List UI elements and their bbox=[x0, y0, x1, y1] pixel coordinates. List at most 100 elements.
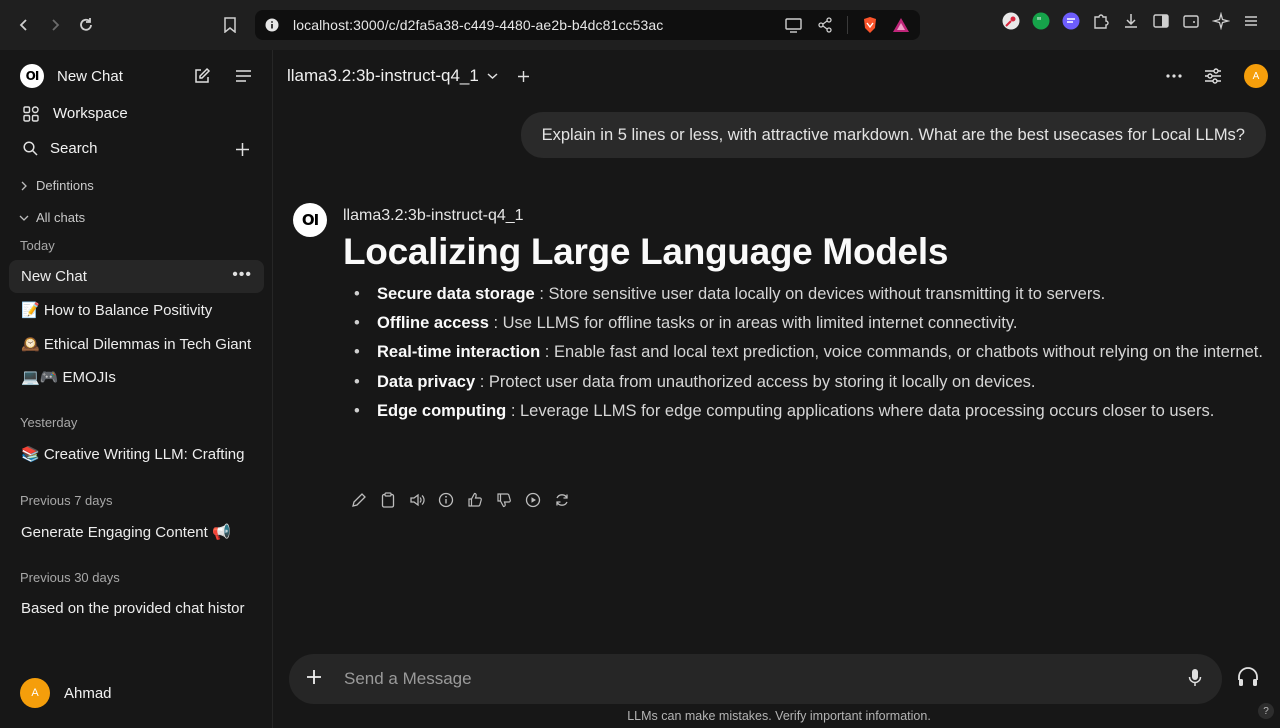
chat-item[interactable]: Based on the provided chat histor bbox=[9, 592, 264, 625]
chevron-down-icon bbox=[19, 214, 29, 222]
forward-icon[interactable] bbox=[40, 10, 70, 40]
microphone-icon[interactable] bbox=[1188, 668, 1202, 688]
user-profile[interactable]: A Ahmad bbox=[20, 678, 112, 708]
section-title-today: Today bbox=[20, 238, 55, 253]
site-info-icon[interactable] bbox=[265, 18, 279, 32]
list-item-title: Secure data storage bbox=[377, 285, 535, 303]
list-item-title: Edge computing bbox=[377, 401, 507, 420]
list-item-title: Offline access bbox=[377, 314, 489, 333]
menu-icon[interactable] bbox=[1242, 12, 1260, 30]
help-icon[interactable]: ? bbox=[1258, 703, 1274, 719]
user-message: Explain in 5 lines or less, with attract… bbox=[520, 112, 1266, 158]
chat-item[interactable]: 📝 How to Balance Positivity bbox=[9, 293, 264, 326]
add-model-icon[interactable] bbox=[517, 70, 529, 82]
chat-item-label: New Chat bbox=[21, 268, 87, 285]
folder-label: All chats bbox=[36, 210, 86, 225]
regenerate-icon[interactable] bbox=[553, 491, 571, 509]
chat-item-label: 💻🎮 EMOJIs bbox=[21, 368, 116, 386]
read-aloud-icon[interactable] bbox=[408, 491, 426, 509]
download-icon[interactable] bbox=[1122, 12, 1140, 30]
header-actions: A bbox=[1166, 64, 1268, 88]
sidebar-menu-icon[interactable] bbox=[235, 68, 252, 84]
chat-item[interactable]: 💻🎮 EMOJIs bbox=[9, 360, 264, 393]
puzzle-icon[interactable] bbox=[1092, 12, 1110, 30]
key-extension-icon[interactable] bbox=[1002, 12, 1020, 30]
chevron-right-icon bbox=[20, 181, 28, 191]
url-divider bbox=[847, 16, 848, 34]
folder-defintions[interactable]: Defintions bbox=[20, 178, 94, 193]
new-chat-row[interactable]: OI New Chat bbox=[20, 64, 123, 88]
chat-item[interactable]: New Chat ••• bbox=[9, 260, 264, 293]
chat-item-label: 📚 Creative Writing LLM: Crafting bbox=[21, 445, 245, 463]
chat-item-label: 🕰️ Ethical Dilemmas in Tech Giant bbox=[21, 335, 252, 353]
thumbs-up-icon[interactable] bbox=[466, 491, 484, 509]
avatar: A bbox=[20, 678, 50, 708]
model-name: llama3.2:3b-instruct-q4_1 bbox=[287, 66, 479, 85]
bookmark-icon[interactable] bbox=[215, 10, 245, 40]
leo-ai-icon[interactable] bbox=[1212, 12, 1230, 30]
sidebar-toggle-icon[interactable] bbox=[1152, 12, 1170, 30]
avatar[interactable]: A bbox=[1244, 64, 1268, 88]
thumbs-down-icon[interactable] bbox=[495, 491, 513, 509]
assistant-model-name: llama3.2:3b-instruct-q4_1 bbox=[343, 207, 524, 224]
brave-rewards-icon[interactable] bbox=[892, 17, 910, 33]
more-options-icon[interactable] bbox=[1166, 74, 1182, 78]
list-item-text: : Store sensitive user data locally on d… bbox=[534, 285, 1106, 303]
disclaimer: LLMs can make mistakes. Verify important… bbox=[627, 709, 931, 723]
list-item-text: : Enable fast and local text prediction,… bbox=[540, 343, 1263, 362]
list-item: Real-time interaction : Enable fast and … bbox=[343, 338, 1268, 367]
back-icon[interactable] bbox=[9, 10, 39, 40]
chat-item[interactable]: 📚 Creative Writing LLM: Crafting bbox=[9, 437, 264, 470]
search-label: Search bbox=[50, 140, 98, 157]
continue-icon[interactable] bbox=[524, 491, 542, 509]
folder-all-chats[interactable]: All chats bbox=[19, 210, 85, 225]
workspace-icon bbox=[23, 105, 39, 122]
list-item-text: : Use LLMS for offline tasks or in areas… bbox=[488, 314, 1018, 333]
list-item-text: : Protect user data from unauthorized ac… bbox=[475, 372, 1036, 391]
sidebar-search[interactable]: Search bbox=[23, 140, 98, 157]
chat-item-label: Based on the provided chat histor bbox=[21, 600, 245, 617]
chat-item-label: Generate Engaging Content 📢 bbox=[21, 523, 231, 541]
voice-mode-icon[interactable] bbox=[1237, 667, 1259, 687]
add-attachment-icon[interactable] bbox=[305, 668, 323, 686]
controls-icon[interactable] bbox=[1204, 68, 1222, 84]
quote-extension-icon[interactable]: " bbox=[1032, 12, 1050, 30]
chat-item[interactable]: Generate Engaging Content 📢 bbox=[9, 515, 264, 548]
share-icon[interactable] bbox=[817, 17, 833, 33]
chat-options-icon[interactable]: ••• bbox=[232, 266, 252, 284]
model-selector[interactable]: llama3.2:3b-instruct-q4_1 bbox=[287, 66, 529, 86]
url-text: localhost:3000/c/d2fa5a38-c449-4480-ae2b… bbox=[293, 17, 664, 33]
assistant-avatar: OI bbox=[293, 203, 327, 237]
message-input[interactable]: Send a Message bbox=[344, 669, 472, 689]
sidebar-item-workspace[interactable]: Workspace bbox=[23, 105, 128, 122]
chat-item[interactable]: 🕰️ Ethical Dilemmas in Tech Giant bbox=[9, 327, 264, 360]
info-icon[interactable] bbox=[437, 491, 455, 509]
reload-icon[interactable] bbox=[71, 10, 101, 40]
browser-toolbar: localhost:3000/c/d2fa5a38-c449-4480-ae2b… bbox=[0, 0, 1280, 50]
message-actions bbox=[350, 491, 571, 509]
app-logo: OI bbox=[20, 64, 44, 88]
section-title-previous-7-days: Previous 7 days bbox=[20, 493, 113, 508]
chat-item-label: 📝 How to Balance Positivity bbox=[21, 301, 213, 319]
list-item: Secure data storage : Store sensitive us… bbox=[343, 280, 1268, 309]
edit-icon[interactable] bbox=[350, 491, 368, 509]
sidebar: OI New Chat Workspace Search Defintions … bbox=[0, 50, 273, 728]
chat-main: llama3.2:3b-instruct-q4_1 A Explain in 5… bbox=[274, 50, 1280, 728]
chat-extension-icon[interactable] bbox=[1062, 12, 1080, 30]
workspace-label: Workspace bbox=[53, 105, 128, 122]
extensions-area: " bbox=[1002, 12, 1260, 30]
address-bar[interactable]: localhost:3000/c/d2fa5a38-c449-4480-ae2b… bbox=[255, 10, 920, 40]
add-folder-icon[interactable] bbox=[236, 143, 249, 156]
list-item: Offline access : Use LLMS for offline ta… bbox=[343, 309, 1268, 338]
copy-icon[interactable] bbox=[379, 491, 397, 509]
cast-icon[interactable] bbox=[785, 17, 803, 33]
wallet-icon[interactable] bbox=[1182, 12, 1200, 30]
list-item: Data privacy : Protect user data from un… bbox=[343, 368, 1268, 397]
answer-list: Secure data storage : Store sensitive us… bbox=[343, 280, 1268, 426]
message-composer[interactable]: Send a Message bbox=[289, 654, 1222, 704]
new-chat-edit-icon[interactable] bbox=[193, 67, 211, 85]
svg-text:": " bbox=[1037, 15, 1042, 28]
folder-label: Defintions bbox=[36, 178, 94, 193]
brave-shield-icon[interactable] bbox=[862, 16, 878, 34]
answer-heading: Localizing Large Language Models bbox=[343, 231, 949, 272]
